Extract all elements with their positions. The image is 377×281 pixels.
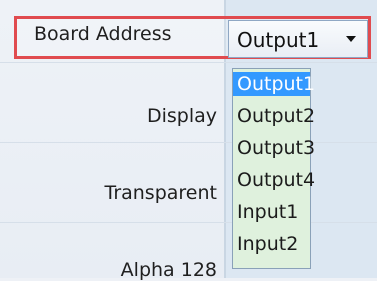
board-address-label: Board Address xyxy=(34,23,172,45)
row-divider xyxy=(0,142,377,143)
row-divider xyxy=(0,62,377,63)
dropdown-option-input2[interactable]: Input2 xyxy=(233,232,310,256)
transparent-label: Transparent xyxy=(104,182,218,204)
board-address-select[interactable]: Output1 xyxy=(228,20,368,58)
dropdown-option-output1[interactable]: Output1 xyxy=(233,72,315,96)
dropdown-option-input1[interactable]: Input1 xyxy=(233,200,310,224)
chevron-down-icon[interactable] xyxy=(346,36,356,42)
dropdown-option-output4[interactable]: Output4 xyxy=(233,168,315,192)
board-address-dropdown-list[interactable]: Output1 Output2 Output3 Output4 Input1 I… xyxy=(232,68,315,269)
display-label: Display xyxy=(146,105,217,127)
dropdown-option-output2[interactable]: Output2 xyxy=(233,104,315,128)
row-divider xyxy=(0,222,377,223)
dropdown-option-output3[interactable]: Output3 xyxy=(233,136,315,160)
property-grid: Board Address Output1 Display Transparen… xyxy=(0,0,377,281)
board-address-value: Output1 xyxy=(237,28,320,52)
